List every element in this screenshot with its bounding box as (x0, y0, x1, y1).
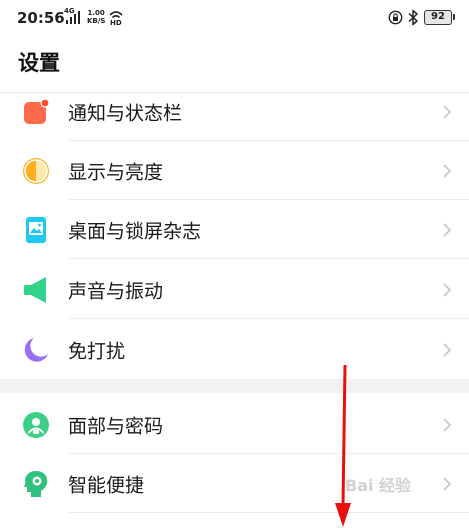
item-divider (68, 258, 469, 259)
network-speed: 1.00 KB/S (87, 9, 105, 25)
chevron-right-icon (443, 342, 452, 357)
wallpaper-icon (26, 216, 46, 243)
chevron-right-icon (443, 282, 452, 297)
settings-item-label: 面部与密码 (68, 415, 164, 437)
smart-assist-icon (24, 470, 48, 497)
settings-item-wallpaper[interactable]: 桌面与锁屏杂志 (0, 200, 469, 259)
settings-item-display[interactable]: 显示与亮度 (0, 141, 469, 200)
status-bar: 20:56 4G 1.00 KB/S HD 92 (0, 0, 469, 36)
bluetooth-icon (408, 9, 418, 26)
settings-item-do-not-disturb[interactable]: 免打扰 (0, 320, 469, 379)
settings-item-face-password[interactable]: 面部与密码 (0, 395, 469, 454)
section-separator (0, 379, 469, 393)
settings-item-label: 声音与振动 (68, 280, 164, 302)
face-password-icon (23, 411, 49, 438)
settings-item-label: 智能便捷 (68, 474, 145, 496)
settings-item-label: 通知与状态栏 (68, 102, 183, 124)
speaker-icon (24, 276, 46, 303)
red-arrow-annotation-icon (335, 365, 351, 527)
display-brightness-icon (23, 157, 49, 184)
item-divider (68, 512, 469, 513)
chevron-right-icon (443, 417, 452, 432)
watermark: Bai 经验 (345, 476, 412, 495)
settings-item-label: 免打扰 (68, 340, 126, 362)
notification-icon (24, 98, 50, 124)
hd-label: HD (110, 19, 122, 25)
settings-item-sound[interactable]: 声音与振动 (0, 260, 469, 319)
item-divider (68, 318, 469, 319)
chevron-right-icon (443, 163, 452, 178)
chevron-right-icon (443, 222, 452, 237)
moon-icon (24, 337, 48, 362)
signal-icon (66, 11, 80, 24)
rotation-lock-icon (388, 10, 403, 25)
chevron-right-icon (443, 476, 452, 491)
network-speed-value: 1.00 (87, 9, 105, 17)
battery-indicator: 92 (424, 10, 455, 25)
settings-screen: 20:56 4G 1.00 KB/S HD 92 设置 通知与状态栏 显示与亮度… (0, 0, 469, 528)
network-speed-unit: KB/S (87, 17, 106, 25)
chevron-right-icon (443, 104, 452, 119)
status-time: 20:56 (17, 9, 65, 27)
hd-wifi-icon: HD (109, 11, 123, 25)
settings-item-notifications[interactable]: 通知与状态栏 (0, 82, 469, 141)
settings-item-label: 显示与亮度 (68, 161, 164, 183)
page-title: 设置 (18, 51, 60, 75)
settings-item-label: 桌面与锁屏杂志 (68, 220, 202, 242)
